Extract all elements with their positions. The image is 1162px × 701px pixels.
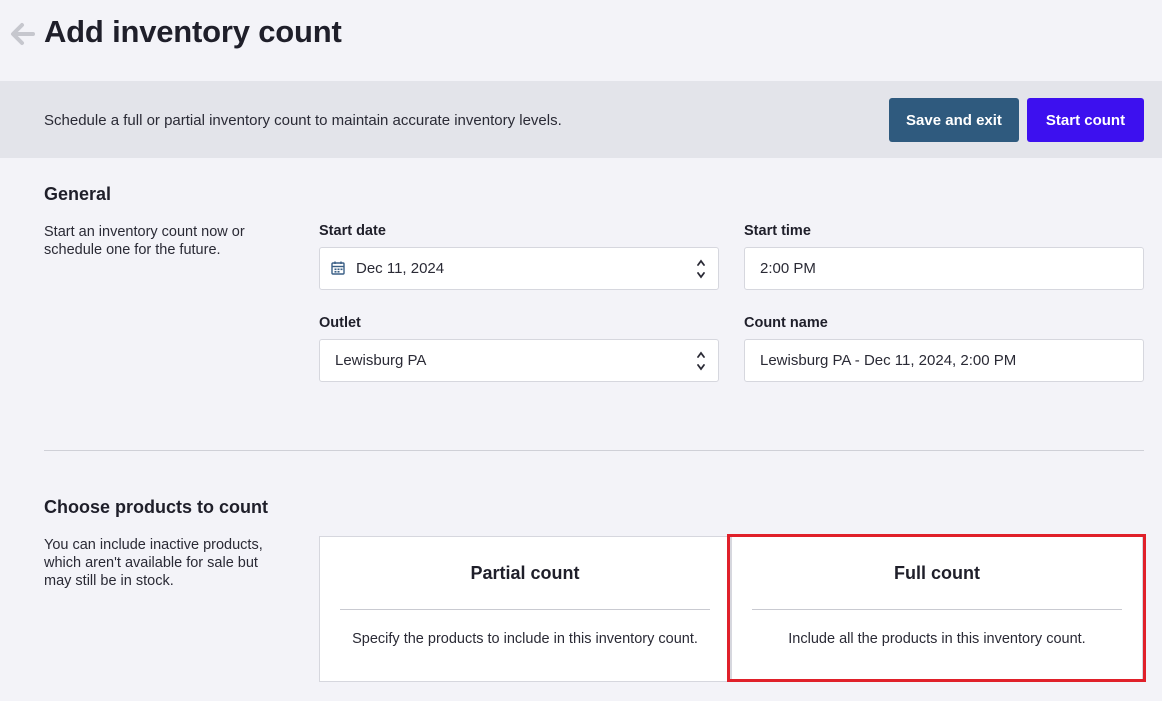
products-section-title: Choose products to count [44,497,268,517]
outlet-value: Lewisburg PA [335,352,427,369]
start-time-value: 2:00 PM [760,260,816,277]
general-section-title: General [44,184,112,204]
page-header: Add inventory count [0,0,1162,81]
calendar-icon [331,261,345,280]
full-count-option[interactable]: Full count Include all the products in t… [731,536,1143,682]
start-date-value: Dec 11, 2024 [356,260,445,277]
count-name-label: Count name [744,315,828,331]
page-title: Add inventory count [44,14,342,49]
start-date-field[interactable]: Dec 11, 2024 [319,247,719,290]
start-time-field[interactable]: 2:00 PM [744,247,1144,290]
action-banner: Schedule a full or partial inventory cou… [0,81,1162,158]
banner-description: Schedule a full or partial inventory cou… [44,112,562,129]
start-time-label: Start time [744,223,811,239]
save-and-exit-button[interactable]: Save and exit [889,98,1019,142]
full-count-description: Include all the products in this invento… [788,631,1086,647]
outlet-select[interactable]: Lewisburg PA [319,339,719,382]
partial-count-title: Partial count [470,563,580,583]
general-section-description: Start an inventory count now or schedule… [44,224,245,258]
full-count-title: Full count [894,563,980,583]
section-divider [44,450,1144,451]
partial-count-option[interactable]: Partial count Specify the products to in… [319,536,731,682]
outlet-label: Outlet [319,315,361,331]
products-section-description: You can include inactive products, which… [44,537,263,589]
full-count-divider [752,609,1122,610]
start-count-button[interactable]: Start count [1027,98,1144,142]
back-arrow-icon[interactable] [10,22,36,46]
partial-count-description: Specify the products to include in this … [352,631,698,647]
count-name-field[interactable]: Lewisburg PA - Dec 11, 2024, 2:00 PM [744,339,1144,382]
partial-count-divider [340,609,710,610]
count-name-value: Lewisburg PA - Dec 11, 2024, 2:00 PM [760,352,1017,369]
outlet-stepper-icon[interactable] [696,349,706,373]
start-date-label: Start date [319,223,386,239]
date-stepper-icon[interactable] [696,257,706,281]
